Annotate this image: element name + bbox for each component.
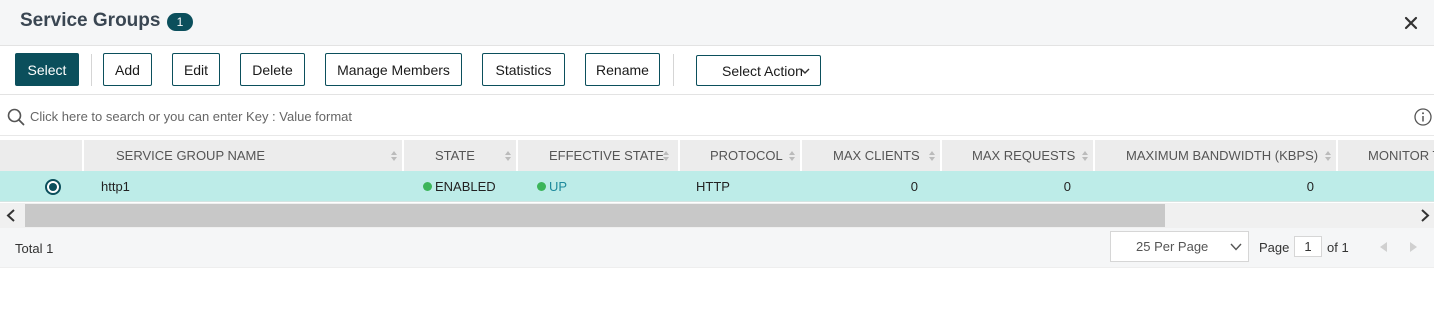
chevron-down-icon	[800, 68, 810, 74]
column-divider	[516, 140, 518, 171]
column-header-state[interactable]: STATE	[435, 140, 475, 171]
cell-protocol: HTTP	[696, 179, 730, 194]
select-button[interactable]: Select	[15, 53, 79, 86]
column-divider	[678, 140, 680, 171]
per-page-dropdown[interactable]: 25 Per Page	[1110, 231, 1249, 262]
horizontal-scrollbar[interactable]	[0, 203, 1434, 228]
column-divider	[82, 140, 84, 171]
search-bar	[0, 96, 1434, 136]
statistics-button[interactable]: Statistics	[482, 53, 565, 86]
sort-icon[interactable]	[788, 150, 796, 162]
toolbar-divider	[673, 54, 674, 86]
select-action-label: Select Action	[722, 62, 803, 79]
sort-icon[interactable]	[662, 150, 670, 162]
cell-max-bandwidth: 0	[1306, 179, 1314, 194]
page-label: Page	[1259, 240, 1290, 255]
column-divider	[940, 140, 942, 171]
cell-service-group-name[interactable]: http1	[101, 171, 130, 202]
column-header-service-group-name[interactable]: SERVICE GROUP NAME	[116, 140, 265, 171]
search-input[interactable]	[30, 106, 1390, 126]
previous-page-icon[interactable]	[1378, 241, 1388, 253]
column-divider	[1336, 140, 1338, 171]
column-header-max-bandwidth[interactable]: MAXIMUM BANDWIDTH (KBPS)	[1126, 140, 1318, 171]
table-header: SERVICE GROUP NAME STATE EFFECTIVE STATE…	[0, 140, 1434, 171]
column-divider	[1093, 140, 1095, 171]
per-page-label: 25 Per Page	[1136, 239, 1209, 254]
search-icon[interactable]	[7, 108, 25, 126]
sort-icon[interactable]	[928, 150, 936, 162]
add-button[interactable]: Add	[103, 53, 152, 86]
effective-state-label: UP	[549, 179, 568, 194]
column-divider	[800, 140, 802, 171]
cell-effective-state: UP	[537, 171, 567, 202]
total-label: Total	[15, 241, 43, 256]
select-action-dropdown[interactable]: Select Action	[696, 55, 821, 86]
sort-icon[interactable]	[1081, 150, 1089, 162]
state-label: ENABLED	[435, 179, 496, 194]
sort-icon[interactable]	[504, 150, 512, 162]
column-header-protocol[interactable]: PROTOCOL	[710, 140, 783, 171]
toolbar: Select Add Edit Delete Manage Members St…	[0, 46, 1434, 95]
cell-max-clients: 0	[910, 179, 918, 194]
count-badge: 1	[167, 13, 193, 31]
cell-max-requests: 0	[1063, 179, 1071, 194]
table-row[interactable]: http1 ENABLED UP HTTP 0 0 0	[0, 171, 1434, 202]
column-header-monitor[interactable]: MONITOR T	[1368, 140, 1434, 171]
sort-icon[interactable]	[1324, 150, 1332, 162]
column-header-effective-state[interactable]: EFFECTIVE STATE	[549, 140, 664, 171]
cell-state: ENABLED	[423, 171, 496, 202]
table-footer: Total 1 25 Per Page Page of 1	[0, 228, 1434, 268]
scrollbar-thumb[interactable]	[25, 204, 1165, 227]
close-icon[interactable]	[1401, 13, 1421, 33]
info-icon[interactable]	[1414, 108, 1432, 126]
status-dot-icon	[423, 182, 432, 191]
sort-icon[interactable]	[390, 150, 398, 162]
scroll-left-icon[interactable]	[6, 209, 16, 222]
column-header-max-requests[interactable]: MAX REQUESTS	[972, 140, 1075, 171]
column-header-max-clients[interactable]: MAX CLIENTS	[833, 140, 920, 171]
toolbar-divider	[91, 54, 92, 86]
chevron-down-icon	[1230, 243, 1242, 251]
dialog-header: Service Groups 1	[0, 0, 1434, 46]
total-count: Total 1	[15, 241, 53, 256]
delete-button[interactable]: Delete	[240, 53, 305, 86]
page-number-input[interactable]	[1294, 236, 1322, 257]
next-page-icon[interactable]	[1409, 241, 1419, 253]
edit-button[interactable]: Edit	[172, 53, 220, 86]
page-title: Service Groups	[20, 10, 161, 31]
scroll-right-icon[interactable]	[1420, 209, 1430, 222]
manage-members-button[interactable]: Manage Members	[325, 53, 462, 86]
row-select-radio[interactable]	[45, 179, 61, 195]
rename-button[interactable]: Rename	[585, 53, 660, 86]
total-value: 1	[46, 241, 54, 256]
status-dot-icon	[537, 182, 546, 191]
column-divider	[402, 140, 404, 171]
page-total-label: of 1	[1327, 240, 1349, 255]
